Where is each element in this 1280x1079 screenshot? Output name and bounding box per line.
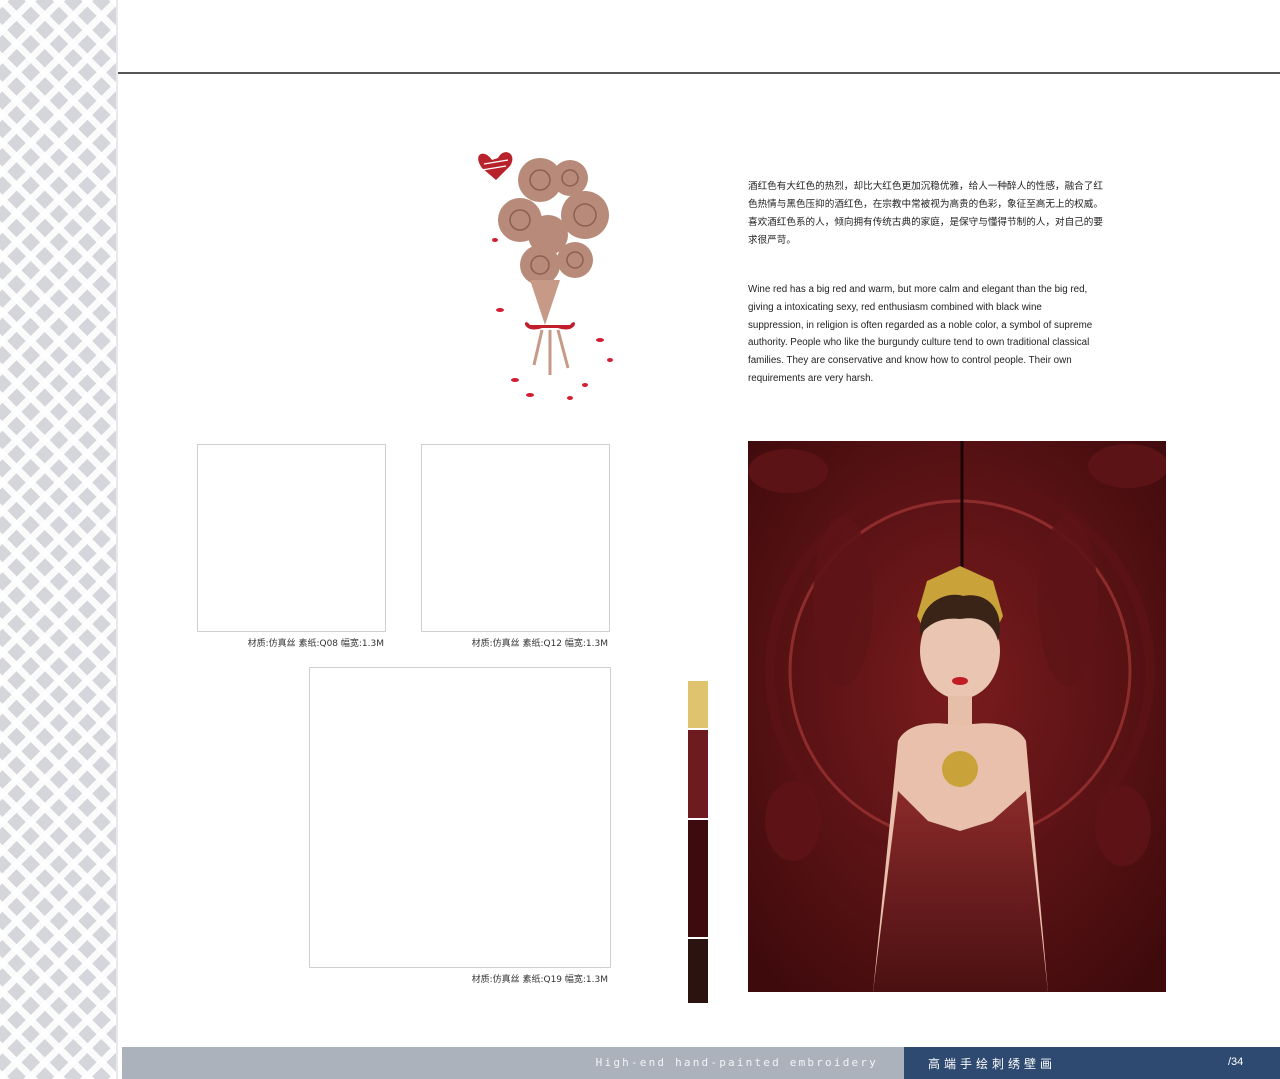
footer-tagline-chinese: 高端手绘刺绣壁画 xyxy=(928,1057,1057,1071)
sample-box-q12 xyxy=(421,444,610,632)
sample-caption-q12: 材质:仿真丝 素纸:Q12 幅宽:1.3M xyxy=(471,639,608,649)
header-rule xyxy=(118,72,1280,74)
sample-box-q19 xyxy=(309,667,611,968)
palette-swatch-dark-burgundy xyxy=(688,820,708,937)
model-photo xyxy=(748,441,1166,992)
description-english: Wine red has a big red and warm, but mor… xyxy=(748,284,1093,384)
description-chinese: 酒红色有大红色的热烈，却比大红色更加沉稳优雅，给人一种醉人的性感，融合了红色热情… xyxy=(748,181,1103,246)
footer-bar: High-end hand-painted embroidery xyxy=(122,1047,904,1079)
footer-title-bar: 高端手绘刺绣壁画 /34 xyxy=(904,1047,1280,1079)
palette-swatch-wine-red xyxy=(688,730,708,818)
rose-bouquet-illustration xyxy=(478,152,613,400)
palette-swatch-gold xyxy=(688,681,708,728)
footer-tagline-english: High-end hand-painted embroidery xyxy=(595,1056,878,1069)
palette-swatch-dark-brown xyxy=(688,939,708,1003)
decorative-fret-border xyxy=(0,0,118,1079)
sample-caption-q08: 材质:仿真丝 素纸:Q08 幅宽:1.3M xyxy=(247,639,384,649)
page-number: /34 xyxy=(1228,1056,1244,1068)
sample-caption-q19: 材质:仿真丝 素纸:Q19 幅宽:1.3M xyxy=(471,975,608,985)
sample-box-q08 xyxy=(197,444,386,632)
